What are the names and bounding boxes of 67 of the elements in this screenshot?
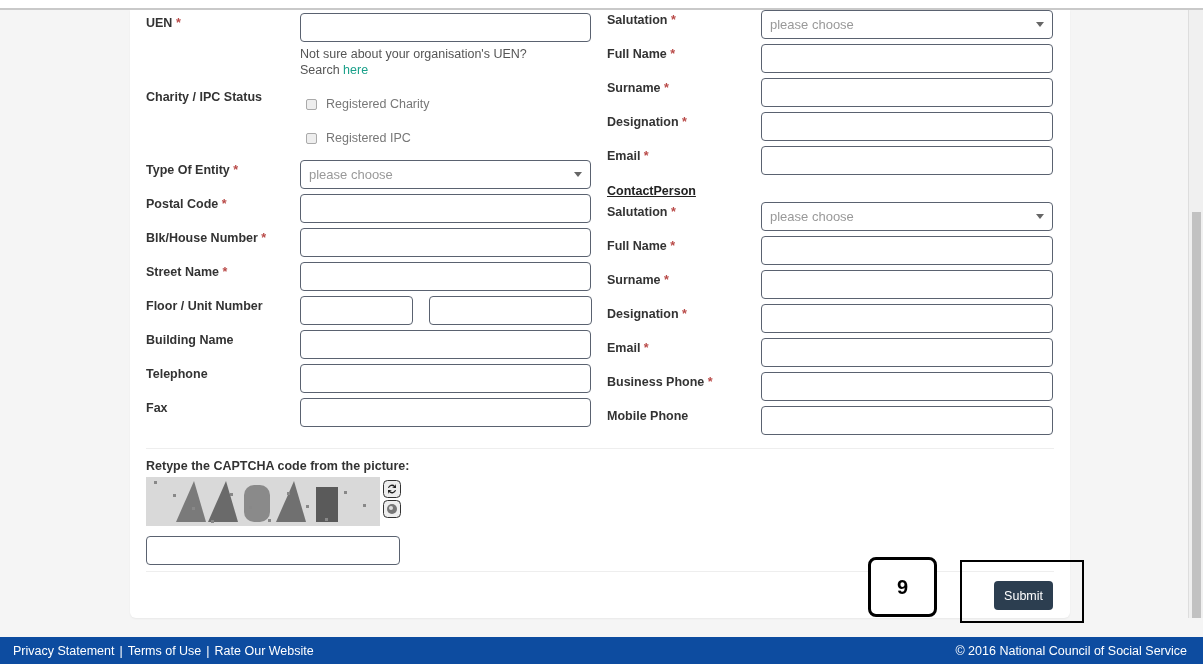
separator-text: | [206, 643, 210, 658]
text-field[interactable] [300, 330, 591, 359]
field-label: Blk/House Number * [146, 230, 268, 247]
footer-link[interactable]: Privacy Statement [13, 643, 115, 658]
text-field[interactable] [761, 406, 1053, 435]
text-field[interactable] [300, 228, 591, 257]
field-label: Fax [146, 400, 169, 417]
captcha-field[interactable] [146, 536, 400, 565]
checkbox[interactable] [306, 98, 317, 110]
text-field[interactable] [761, 372, 1053, 401]
text-field[interactable] [300, 194, 591, 223]
text-field[interactable] [300, 13, 591, 42]
field-label: Designation * [607, 114, 688, 131]
field-label: Salutation * [607, 204, 677, 221]
text-field[interactable] [761, 146, 1053, 175]
text-field[interactable] [300, 398, 591, 427]
field-label: Mobile Phone [607, 408, 690, 425]
select-field[interactable]: please choose [761, 202, 1053, 231]
text-field[interactable] [761, 338, 1053, 367]
refresh-icon[interactable] [383, 480, 401, 498]
submit-button[interactable]: Submit [994, 581, 1053, 610]
field-label: Building Name [146, 332, 235, 349]
field-label: UEN * [146, 15, 182, 32]
field-label: Surname * [607, 272, 670, 289]
text-field[interactable] [300, 296, 413, 325]
field-label: Email * [607, 340, 650, 357]
text-field[interactable] [761, 44, 1053, 73]
text-field[interactable] [761, 78, 1053, 107]
text-field[interactable] [761, 270, 1053, 299]
field-label: Street Name * [146, 264, 229, 281]
field-label: Telephone [146, 366, 209, 383]
field-label: Postal Code * [146, 196, 228, 213]
select-field[interactable]: please choose [300, 160, 591, 189]
separator-text: | [119, 643, 123, 658]
field-label: Full Name * [607, 46, 677, 63]
section-heading: ContactPerson [607, 184, 696, 198]
speaker-icon[interactable] [383, 500, 401, 518]
checkbox[interactable] [306, 132, 317, 144]
captcha-label: Retype the CAPTCHA code from the picture: [146, 459, 410, 473]
field-label: Email * [607, 148, 650, 165]
field-label: Full Name * [607, 238, 677, 255]
step-number: 9 [868, 557, 937, 617]
caret-icon [574, 172, 582, 177]
select-field[interactable]: please choose [761, 10, 1053, 39]
field-label: Surname * [607, 80, 670, 97]
text-field[interactable] [761, 304, 1053, 333]
text-field[interactable] [429, 296, 592, 325]
text-field[interactable] [300, 262, 591, 291]
text-field[interactable] [761, 112, 1053, 141]
field-label: Type Of Entity * [146, 162, 240, 179]
caret-icon [1036, 22, 1044, 27]
scrollbar[interactable] [1188, 10, 1203, 618]
checkbox-option[interactable]: Registered IPC [300, 121, 591, 155]
field-label: Salutation * [607, 12, 677, 29]
field-label: Charity / IPC Status [146, 89, 263, 106]
text-field[interactable] [761, 236, 1053, 265]
checkbox-option[interactable]: Registered Charity [300, 87, 591, 121]
caret-icon [1036, 214, 1044, 219]
copyright-text: © 2016 National Council of Social Service [955, 643, 1187, 658]
field-label: Business Phone * [607, 374, 714, 391]
help-text: Not sure about your organisation's UEN? Search here [300, 46, 528, 78]
footer-link[interactable]: Terms of Use [127, 643, 202, 658]
field-label: Floor / Unit Number [146, 298, 264, 315]
footer-link[interactable]: Rate Our Website [214, 643, 314, 658]
text-field[interactable] [300, 364, 591, 393]
field-label: Designation * [607, 306, 688, 323]
search-link[interactable]: here [343, 63, 369, 77]
